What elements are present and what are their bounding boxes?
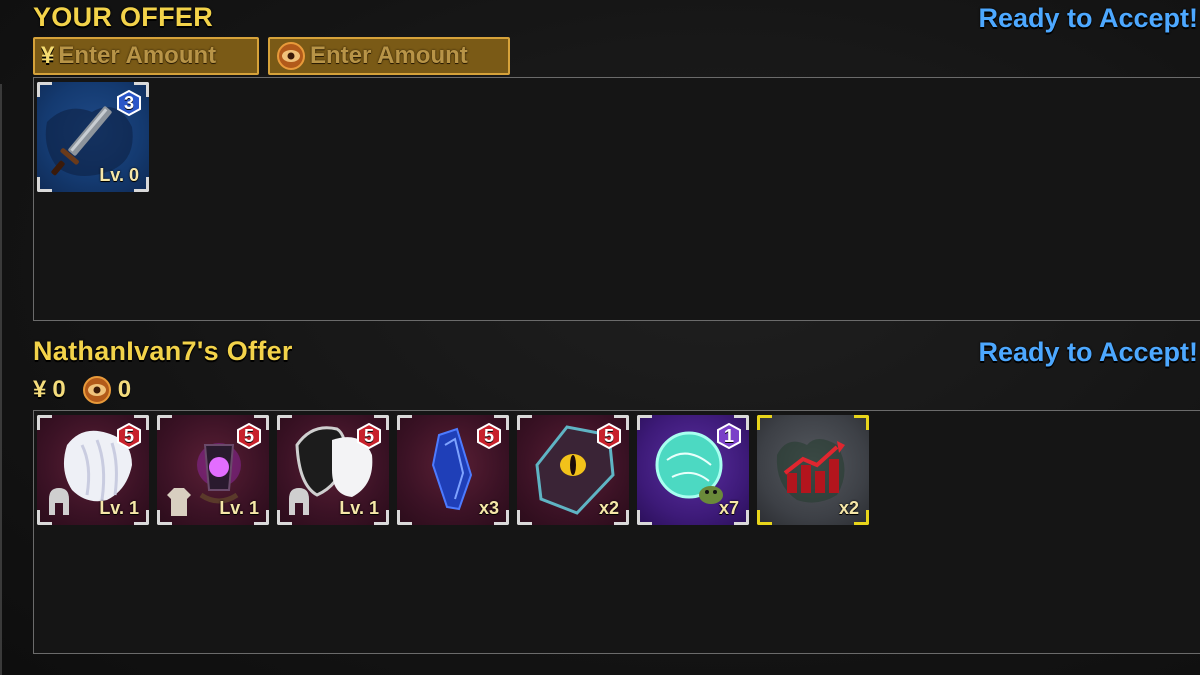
left-divider xyxy=(0,84,2,675)
your-offer-title: YOUR OFFER xyxy=(33,2,214,32)
their-offer-title: NathanIvan7's Offer xyxy=(33,336,293,366)
their-offer-item-slot[interactable]: 5 Lv. 1 xyxy=(277,415,389,525)
their-ready-status: Ready to Accept! xyxy=(978,337,1198,367)
eye-amount-placeholder: Enter Amount xyxy=(310,42,468,69)
their-offer-item-slot[interactable]: x2 xyxy=(757,415,869,525)
their-currency-row: ¥ 0 0 xyxy=(33,374,131,406)
their-offer-item-slot[interactable]: 5 Lv. 1 xyxy=(37,415,149,525)
their-offer-item-slot[interactable]: 5 x3 xyxy=(397,415,509,525)
yen-amount-input[interactable]: ¥ Enter Amount xyxy=(33,37,259,75)
their-yen-amount: 0 xyxy=(52,376,66,403)
yen-amount-placeholder: Enter Amount xyxy=(58,42,217,69)
your-ready-status[interactable]: Ready to Accept! xyxy=(978,3,1198,34)
their-eye-amount: 0 xyxy=(117,376,132,403)
their-offer-item-slot[interactable]: 5 x2 xyxy=(517,415,629,525)
yen-icon: ¥ xyxy=(41,42,55,69)
yen-icon: ¥ xyxy=(33,376,47,403)
their-offer-item-slot[interactable]: 5 Lv. 1 xyxy=(157,415,269,525)
eye-currency-icon xyxy=(277,42,305,70)
your-offer-panel xyxy=(33,77,1200,321)
eye-amount-input[interactable]: Enter Amount xyxy=(268,37,510,75)
your-offer-item-slot[interactable]: 3 Lv. 0 xyxy=(37,82,149,192)
eye-currency-icon xyxy=(82,376,111,404)
their-offer-item-slot[interactable]: 1 x7 xyxy=(637,415,749,525)
